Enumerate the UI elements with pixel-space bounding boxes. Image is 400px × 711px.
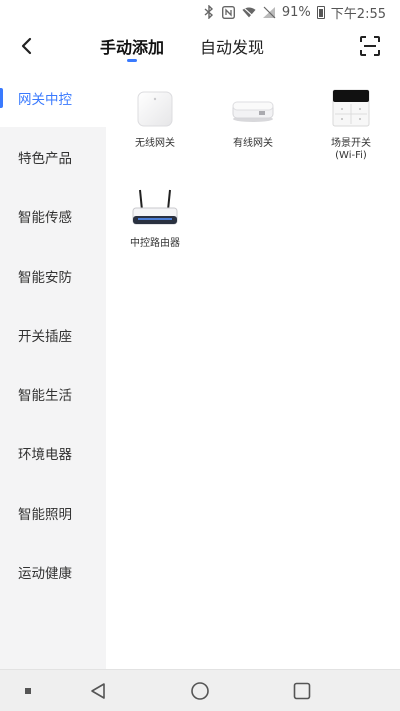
wireless-gateway-icon: [125, 80, 185, 136]
sidebar-item-label: 智能生活: [18, 388, 72, 405]
status-bar: 91% 下午2:55: [0, 0, 400, 24]
bluetooth-icon: [202, 5, 216, 19]
header: 手动添加 自动发现: [0, 24, 400, 68]
sidebar-item-label: 智能照明: [18, 506, 72, 523]
device-name: 中控路由器: [130, 238, 180, 249]
clock: 下午2:55: [330, 6, 386, 22]
scan-icon: [360, 36, 380, 56]
recents-square-icon: [293, 682, 311, 700]
device-name: 场景开关: [331, 138, 371, 149]
active-tab-indicator: [127, 59, 137, 62]
device-router[interactable]: 中控路由器: [106, 180, 204, 262]
back-triangle-icon: [91, 683, 105, 699]
sidebar-item-label: 环境电器: [18, 447, 72, 464]
sidebar-item-life[interactable]: 智能生活: [0, 364, 106, 423]
sidebar-item-label: 网关中控: [18, 91, 72, 108]
sidebar-item-label: 开关插座: [18, 328, 72, 345]
nfc-icon: [222, 5, 236, 19]
sidebar-item-label: 特色产品: [18, 150, 72, 167]
sidebar-item-sensors[interactable]: 智能传感: [0, 187, 106, 246]
system-nav-bar: [0, 669, 400, 711]
scan-button[interactable]: [358, 34, 382, 58]
home-circle-icon: [191, 682, 209, 700]
no-signal-icon: [262, 5, 276, 19]
nav-extra-button[interactable]: [16, 679, 40, 703]
wifi-icon: [242, 5, 256, 19]
tab-manual-add[interactable]: 手动添加: [100, 24, 164, 68]
sidebar-item-label: 智能传感: [18, 210, 72, 227]
category-sidebar: 网关中控 特色产品 智能传感 智能安防 开关插座 智能生活 环境电器 智能照明 …: [0, 68, 106, 669]
device-wireless-gateway[interactable]: 无线网关: [106, 80, 204, 162]
dot-icon: [25, 688, 31, 694]
sidebar-item-switches[interactable]: 开关插座: [0, 305, 106, 364]
active-indicator: [0, 88, 3, 108]
sidebar-item-health[interactable]: 运动健康: [0, 542, 106, 601]
wired-gateway-icon: [223, 80, 283, 136]
router-icon: [125, 180, 185, 236]
device-wired-gateway[interactable]: 有线网关: [204, 80, 302, 162]
device-name: 有线网关: [233, 138, 273, 149]
sidebar-item-featured[interactable]: 特色产品: [0, 127, 106, 186]
sidebar-item-label: 运动健康: [18, 566, 72, 583]
nav-recents-button[interactable]: [290, 679, 314, 703]
sidebar-item-gateway[interactable]: 网关中控: [0, 68, 106, 128]
tab-label: 自动发现: [200, 38, 265, 57]
device-grid: 无线网关 有线网关 场景开关 (Wi-Fi) 中控路由器: [106, 80, 400, 262]
device-subtitle: (Wi-Fi): [335, 150, 367, 161]
device-list: 无线网关 有线网关 场景开关 (Wi-Fi) 中控路由器: [106, 68, 400, 669]
screen: 91% 下午2:55 手动添加 自动发现 网关中控 特色产品 智能传感 智能安防…: [0, 0, 400, 711]
battery-percent: 91%: [281, 4, 311, 20]
nav-back-button[interactable]: [86, 679, 110, 703]
battery-icon: [316, 5, 325, 19]
sidebar-item-appliances[interactable]: 环境电器: [0, 424, 106, 483]
sidebar-item-lighting[interactable]: 智能照明: [0, 483, 106, 542]
tab-label: 手动添加: [100, 38, 165, 57]
back-button[interactable]: [12, 32, 40, 60]
sidebar-item-security[interactable]: 智能安防: [0, 246, 106, 305]
tab-auto-discover[interactable]: 自动发现: [200, 24, 264, 68]
tab-bar: 手动添加 自动发现: [100, 24, 264, 68]
device-scene-switch[interactable]: 场景开关 (Wi-Fi): [302, 80, 400, 162]
scene-switch-icon: [321, 80, 381, 136]
device-name: 无线网关: [135, 138, 175, 149]
sidebar-item-label: 智能安防: [18, 269, 72, 286]
back-chevron-icon: [21, 37, 32, 55]
nav-home-button[interactable]: [188, 679, 212, 703]
